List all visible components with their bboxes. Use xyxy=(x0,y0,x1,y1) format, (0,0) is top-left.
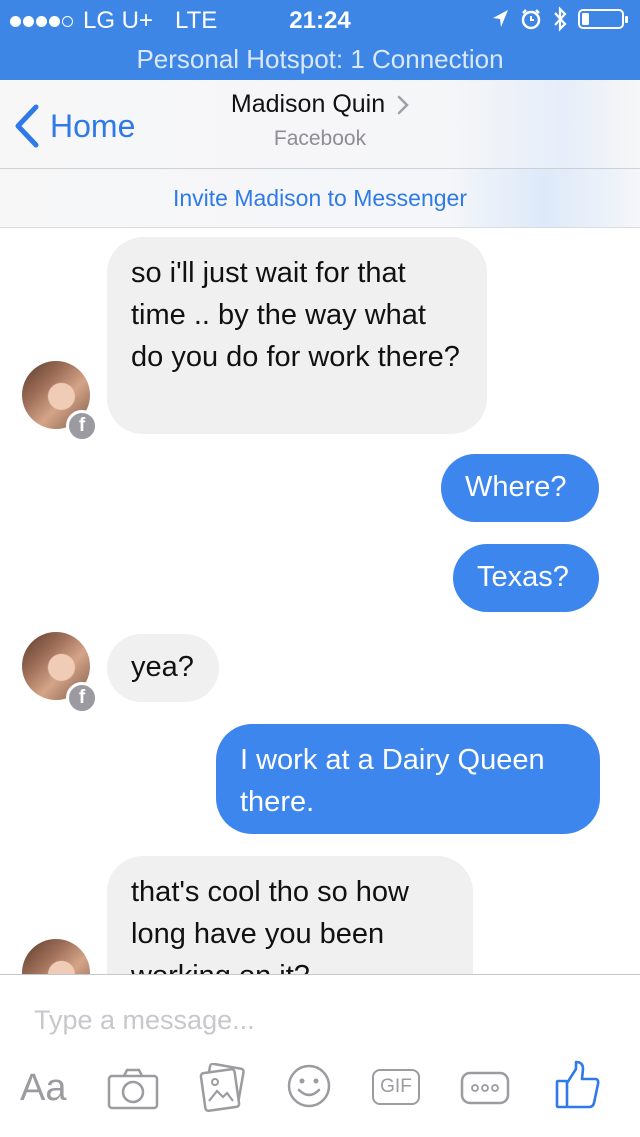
text-tool-button[interactable]: Aa xyxy=(20,1067,66,1110)
message-input[interactable] xyxy=(34,1005,594,1036)
conversation-title[interactable]: Madison Quin Facebook xyxy=(0,90,640,151)
contact-subtitle: Facebook xyxy=(273,127,367,150)
navigation-bar: Home Madison Quin Facebook xyxy=(0,80,640,169)
outgoing-message: I work at a Dairy Queen there. xyxy=(216,724,600,834)
thumbs-up-icon[interactable] xyxy=(554,1059,602,1111)
outgoing-message: Texas? xyxy=(453,544,599,612)
incoming-message: so i'll just wait for that time .. by th… xyxy=(107,237,487,434)
invite-banner[interactable]: Invite Madison to Messenger xyxy=(0,169,640,228)
gif-icon[interactable]: GIF xyxy=(372,1069,420,1105)
photo-gallery-icon[interactable] xyxy=(198,1063,246,1113)
hotspot-banner[interactable]: Personal Hotspot: 1 Connection xyxy=(0,40,640,80)
bluetooth-icon xyxy=(554,6,567,32)
battery-icon xyxy=(578,9,628,29)
message-list: so i'll just wait for that time .. by th… xyxy=(0,228,640,974)
status-bar: LG U+ LTE 21:24 xyxy=(0,0,640,40)
location-arrow-icon xyxy=(493,10,508,27)
contact-name: Madison Quin xyxy=(230,90,386,118)
emoji-icon[interactable] xyxy=(286,1063,332,1109)
message-composer: Aa GIF xyxy=(0,974,640,1137)
facebook-badge-icon: f xyxy=(66,410,98,442)
incoming-message: yea? xyxy=(107,634,219,702)
contact-avatar[interactable] xyxy=(22,939,90,974)
facebook-badge-icon: f xyxy=(66,682,98,714)
alarm-icon xyxy=(521,9,541,30)
more-icon[interactable] xyxy=(460,1071,510,1105)
chevron-right-icon xyxy=(397,95,409,114)
incoming-message: that's cool tho so how long have you bee… xyxy=(107,856,473,974)
camera-icon[interactable] xyxy=(106,1067,160,1111)
status-right xyxy=(480,6,630,32)
outgoing-message: Where? xyxy=(441,454,599,522)
